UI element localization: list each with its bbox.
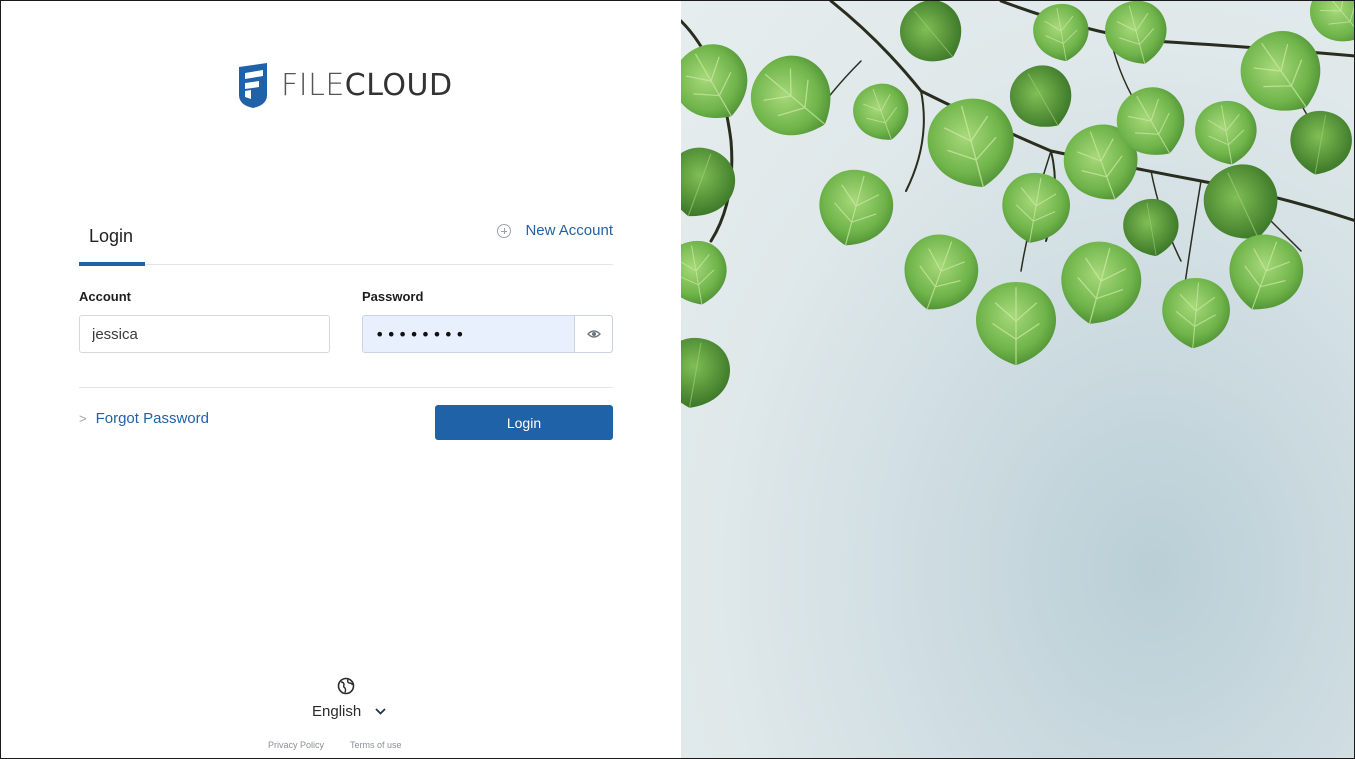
show-password-button[interactable] bbox=[574, 316, 612, 352]
new-account-link[interactable]: New Account bbox=[497, 222, 613, 239]
filecloud-logo-icon bbox=[239, 63, 267, 108]
account-label: Account bbox=[79, 289, 131, 304]
password-label: Password bbox=[362, 289, 424, 304]
terms-of-use-link[interactable]: Terms of use bbox=[350, 740, 402, 750]
tab-login[interactable]: Login bbox=[79, 215, 145, 266]
tab-active-indicator bbox=[79, 262, 145, 266]
eye-icon bbox=[586, 330, 601, 338]
privacy-policy-link[interactable]: Privacy Policy bbox=[268, 740, 324, 750]
chevron-down-icon bbox=[375, 708, 386, 715]
auth-tabs: Login New Account bbox=[79, 215, 613, 266]
forgot-password-label: Forgot Password bbox=[95, 410, 209, 427]
footer-links: Privacy Policy Terms of use bbox=[268, 740, 402, 750]
login-panel: FILECLOUD Login New Account Account Pass… bbox=[1, 1, 681, 758]
brand-logo: FILECLOUD bbox=[237, 61, 453, 109]
password-input[interactable] bbox=[363, 316, 573, 352]
brand-name-part1: FILE bbox=[281, 67, 345, 103]
plus-circle-icon bbox=[497, 223, 512, 238]
form-divider bbox=[79, 387, 613, 388]
language-select[interactable]: English bbox=[312, 703, 386, 720]
tab-login-label: Login bbox=[89, 226, 134, 246]
background-image bbox=[681, 1, 1354, 758]
leaves-illustration bbox=[681, 1, 1354, 415]
forgot-password-link[interactable]: > Forgot Password bbox=[79, 410, 209, 427]
login-button[interactable]: Login bbox=[435, 405, 613, 440]
login-page: FILECLOUD Login New Account Account Pass… bbox=[0, 0, 1355, 759]
password-field bbox=[362, 315, 613, 353]
new-account-label: New Account bbox=[525, 222, 613, 239]
brand-name-part2: CLOUD bbox=[344, 67, 453, 103]
globe-icon bbox=[337, 677, 355, 695]
brand-wordmark: FILECLOUD bbox=[281, 68, 453, 103]
chevron-right-icon: > bbox=[79, 411, 87, 426]
language-label: English bbox=[312, 703, 362, 720]
account-input[interactable] bbox=[79, 315, 330, 353]
